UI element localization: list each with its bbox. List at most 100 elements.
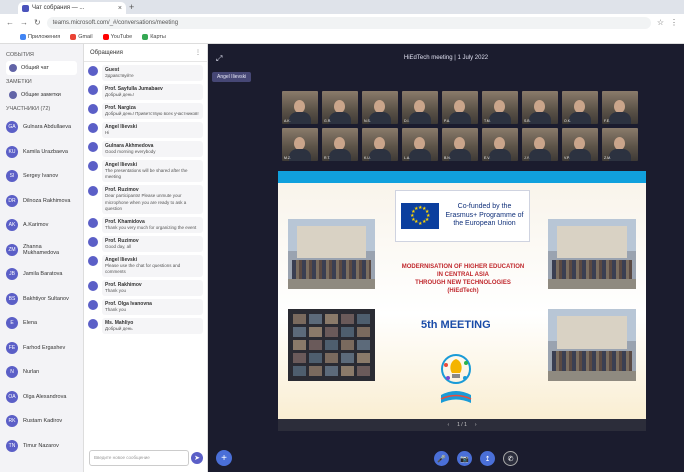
participant-item[interactable]: BS Bakhtiyor Sultanov <box>6 287 77 312</box>
share-button[interactable]: ↥ <box>480 451 495 466</box>
chat-message-body: Ms. Mahliyo Добрый день <box>102 318 203 335</box>
reload-icon[interactable]: ↻ <box>34 18 41 27</box>
participant-body <box>609 112 631 124</box>
chat-message-body: Prof. Nargiza Добрый день! Приветствую вс… <box>102 103 203 120</box>
prev-slide-icon[interactable]: ‹ <box>447 422 449 428</box>
participant-tile-label: F.E. <box>604 119 611 123</box>
participant-item[interactable]: E Elena <box>6 311 77 336</box>
participant-body <box>529 112 551 124</box>
participant-item[interactable]: SI Sergey Ivanov <box>6 164 77 189</box>
avatar: RK <box>6 415 18 428</box>
avatar: BS <box>6 292 18 305</box>
address-bar[interactable]: teams.microsoft.com/_#/conversations/mee… <box>46 16 651 29</box>
avatar <box>88 280 98 291</box>
online-participant-thumb <box>357 314 370 324</box>
participant-video-tile[interactable]: J.Y. <box>522 128 558 161</box>
camera-button[interactable]: 📷 <box>457 451 472 466</box>
participant-item[interactable]: FE Farhod Ergashev <box>6 336 77 361</box>
chat-message-body: Guest Здравствуйте <box>102 65 203 82</box>
send-icon[interactable]: ➤ <box>191 452 203 464</box>
headline-line: (HiEdTech) <box>447 288 479 295</box>
participant-body <box>369 112 391 124</box>
participant-item[interactable]: DR Dilnoza Rakhimova <box>6 189 77 214</box>
participant-video-tile[interactable]: R.T. <box>322 128 358 161</box>
left-rail: СОБЫТИЯ Общий чат ЗАМЕТКИ Общие заметки УЧАС… <box>0 44 84 472</box>
microphone-button[interactable]: 🎤 <box>434 451 449 466</box>
participant-item[interactable]: RK Rustam Kadirov <box>6 409 77 434</box>
participant-tile-label: R.T. <box>324 156 331 160</box>
participant-item[interactable]: OA Olga Alexandrova <box>6 385 77 410</box>
add-button[interactable]: + <box>216 450 232 466</box>
participant-video-tile[interactable]: T.M. <box>482 91 518 124</box>
menu-icon[interactable]: ⋮ <box>670 18 678 27</box>
bookmark-item[interactable]: Gmail <box>70 34 93 40</box>
participant-video-tile[interactable]: M.Z. <box>282 128 318 161</box>
participant-item[interactable]: ZM Zhanna Mukhamedova <box>6 238 77 263</box>
chat-message-text: Please use the chat for questions and co… <box>105 262 181 274</box>
participant-video-tile[interactable]: A.K. <box>282 91 318 124</box>
participant-video-tile[interactable]: L.A. <box>402 128 438 161</box>
participant-video-tile[interactable]: V.P. <box>562 128 598 161</box>
presenter-chip: Angel Ilievski <box>212 72 252 82</box>
participant-item[interactable]: GA Gulnara Abdullaeva <box>6 115 77 140</box>
bookmark-item[interactable]: YouTube <box>102 34 132 40</box>
participant-video-tile[interactable]: D.I. <box>402 91 438 124</box>
participant-item[interactable]: JB Jamila Baratova <box>6 262 77 287</box>
participant-video-tile[interactable]: K.U. <box>362 128 398 161</box>
participant-name: Zhanna Mukhamedova <box>23 243 60 256</box>
chat-message-text: Good morning everybody <box>105 149 156 155</box>
participant-tile-label: N.S. <box>364 119 371 123</box>
next-slide-icon[interactable]: › <box>475 422 477 428</box>
back-icon[interactable]: ← <box>6 18 14 27</box>
chat-message: Prof. Ruzimov Good day, all <box>88 235 203 252</box>
participant-video-tile[interactable]: O.K. <box>562 91 598 124</box>
online-participant-thumb <box>357 327 370 337</box>
participant-tile-label: D.I. <box>404 119 410 123</box>
participant-body <box>409 112 431 124</box>
participant-video-tile[interactable]: S.B. <box>522 91 558 124</box>
participant-item[interactable]: N Nurlan <box>6 360 77 385</box>
participant-video-grid: A.K. G.R. N.S. D.I. P.A. T.M. S.B. O.K. F.E. M.Z.… <box>282 91 642 161</box>
avatar: GA <box>6 121 18 134</box>
participant-video-tile[interactable]: G.R. <box>322 91 358 124</box>
participant-name: Sergey Ivanov <box>23 173 59 180</box>
participant-video-tile[interactable]: P.A. <box>442 91 478 124</box>
project-headline: MODERNISATION OF HIGHER EDUCATION IN CENT… <box>378 263 548 295</box>
participant-body <box>489 112 511 124</box>
chat-message-text: Thank you very much for organizing the e… <box>105 224 197 230</box>
new-tab-icon[interactable]: + <box>129 2 134 12</box>
participant-video-tile[interactable]: N.S. <box>362 91 398 124</box>
participant-tile-label: A.K. <box>284 119 291 123</box>
participant-video-tile[interactable]: F.E. <box>602 91 638 124</box>
tab-close-icon[interactable]: × <box>118 5 122 12</box>
browser-tab[interactable]: Чат собрания — ... × <box>18 2 126 14</box>
chat-message-text: Добрый день! Приветствую всех участников… <box>105 111 199 117</box>
chat-message: Guest Здравствуйте <box>88 65 203 82</box>
stage-back-icon[interactable]: ⤢ <box>216 54 222 64</box>
online-participant-thumb <box>341 366 354 376</box>
participant-name: Rustam Kadirov <box>23 418 63 425</box>
participant-item[interactable]: TN Timur Nazarov <box>6 434 77 459</box>
participant-item[interactable]: KU Kamila Urazbaeva <box>6 140 77 165</box>
rail-item[interactable]: Общие заметки <box>6 88 77 102</box>
online-participant-thumb <box>309 327 322 337</box>
participant-video-tile[interactable]: Z.M. <box>602 128 638 161</box>
avatar: DR <box>6 194 18 207</box>
participant-item[interactable]: AK A.Karimov <box>6 213 77 238</box>
tab-title: Чат собрания — ... <box>32 5 85 11</box>
star-icon[interactable]: ☆ <box>657 18 664 27</box>
participant-video-tile[interactable]: E.V. <box>482 128 518 161</box>
chat-options-icon[interactable]: ⋮ <box>195 49 201 56</box>
participant-video-tile[interactable]: B.N. <box>442 128 478 161</box>
avatar <box>88 104 98 115</box>
chat-compose-input[interactable]: Введите новое сообщение <box>89 450 189 466</box>
online-participant-thumb <box>341 340 354 350</box>
hang-up-button[interactable]: ✆ <box>503 451 518 466</box>
avatar <box>88 123 98 134</box>
avatar <box>88 66 98 76</box>
bookmark-item[interactable]: Карты <box>142 34 166 40</box>
bookmark-item[interactable]: Приложения <box>20 34 60 40</box>
rail-item[interactable]: Общий чат <box>6 61 77 75</box>
chat-message-body: Prof. Ruzimov Good day, all <box>102 235 203 252</box>
forward-icon[interactable]: → <box>20 18 28 27</box>
